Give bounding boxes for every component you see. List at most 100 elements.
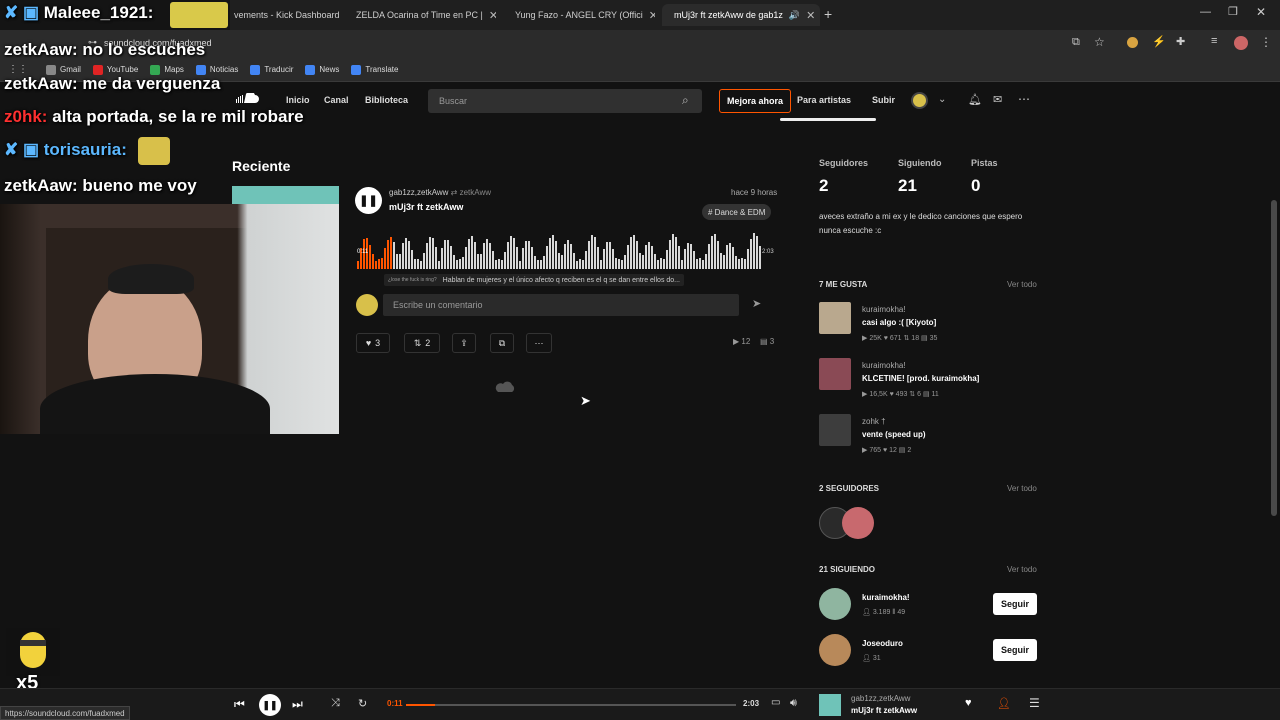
- like-title[interactable]: vente (speed up): [862, 430, 926, 439]
- send-icon[interactable]: ➤: [752, 297, 761, 310]
- followers-see-all-link[interactable]: Ver todo: [1007, 484, 1037, 493]
- waveform-bar: [423, 252, 425, 269]
- like-user[interactable]: kuraimokha!: [862, 305, 906, 314]
- track-title[interactable]: mUj3r ft zetkAww: [389, 202, 463, 212]
- queue-icon[interactable]: ☰: [1029, 696, 1040, 710]
- extensions-puzzle-icon[interactable]: ✚: [1176, 35, 1185, 48]
- close-icon[interactable]: ✕: [649, 9, 655, 22]
- more-options-icon[interactable]: ⋯: [1018, 92, 1030, 106]
- page-scrollbar[interactable]: [1271, 200, 1277, 516]
- cast-icon[interactable]: ▭: [771, 697, 780, 708]
- profile-avatar[interactable]: [1234, 36, 1248, 50]
- bookmark-noticias[interactable]: Noticias: [195, 64, 238, 75]
- nav-for-artists[interactable]: Para artistas: [797, 95, 851, 105]
- tab-kick[interactable]: vements - Kick Dashboard✕: [228, 4, 340, 26]
- waveform-bar: [408, 241, 410, 269]
- repeat-icon[interactable]: ↻: [358, 697, 367, 710]
- extension-icon[interactable]: [1127, 37, 1138, 48]
- track-pause-button[interactable]: ❚❚: [355, 187, 382, 214]
- chat-message: zetkAaw: bueno me voy: [4, 176, 197, 195]
- share-button[interactable]: ⇪: [452, 333, 476, 353]
- like-title[interactable]: casi algo :( [Kiyoto]: [862, 318, 936, 327]
- following-user[interactable]: Joseoduro: [862, 639, 903, 648]
- tab-yung-fazo[interactable]: Yung Fazo - ANGEL CRY (Offici ✕: [505, 4, 655, 26]
- comment-input[interactable]: Escribe un comentario: [383, 294, 739, 316]
- bookmark-star-icon[interactable]: ☆: [1094, 35, 1105, 49]
- bookmark-maps[interactable]: Maps: [150, 64, 184, 75]
- soundcloud-logo-icon[interactable]: [234, 91, 264, 107]
- following-user[interactable]: kuraimokha!: [862, 593, 910, 602]
- like-user[interactable]: zohk †: [862, 417, 886, 426]
- messages-mail-icon[interactable]: ✉: [993, 93, 1002, 106]
- following-avatar[interactable]: [819, 588, 851, 620]
- new-tab-icon[interactable]: +: [824, 6, 832, 22]
- player-like-icon[interactable]: ♥: [965, 697, 972, 709]
- following-see-all-link[interactable]: Ver todo: [1007, 565, 1037, 574]
- translate-extension-icon[interactable]: ⚡: [1152, 35, 1166, 48]
- track-artists[interactable]: gab1zz,zetkAww ⇄ zetkAww: [389, 188, 491, 197]
- waveform-comment[interactable]: ¿lose the fuck is ring? Hablan de mujeres…: [384, 274, 685, 286]
- chat-emote: [170, 2, 228, 28]
- bookmark-gmail[interactable]: Gmail: [46, 64, 81, 75]
- more-actions-button[interactable]: ⋯: [526, 333, 552, 353]
- tracks-count[interactable]: 0: [971, 176, 980, 196]
- player-artist[interactable]: gab1zz,zetkAww: [851, 694, 910, 703]
- followers-count[interactable]: 2: [819, 176, 828, 196]
- like-artwork[interactable]: [819, 414, 851, 446]
- followers-label[interactable]: Seguidores: [819, 158, 868, 168]
- nav-feed[interactable]: Canal: [324, 95, 349, 105]
- reading-list-icon[interactable]: ≡: [1211, 35, 1217, 47]
- bookmark-traducir[interactable]: Traducir: [250, 64, 293, 75]
- minimize-icon[interactable]: —: [1200, 6, 1211, 18]
- like-title[interactable]: KLCETINE! [prod. kuraimokha]: [862, 374, 979, 383]
- likes-see-all-link[interactable]: Ver todo: [1007, 280, 1037, 289]
- upgrade-button[interactable]: Mejora ahora: [719, 89, 791, 113]
- copy-link-button[interactable]: ⧉: [490, 333, 514, 353]
- next-icon[interactable]: ⏭: [292, 697, 303, 712]
- previous-icon[interactable]: ⏮: [234, 697, 245, 712]
- following-label[interactable]: Siguiendo: [898, 158, 942, 168]
- browser-menu-icon[interactable]: ⋮: [1260, 35, 1272, 49]
- search-input[interactable]: Buscar: [428, 89, 702, 113]
- player-title[interactable]: mUj3r ft zetkAww: [851, 706, 917, 715]
- like-user[interactable]: kuraimokha!: [862, 361, 906, 370]
- notifications-bell-icon[interactable]: 🔔︎: [968, 93, 982, 106]
- bookmark-translate[interactable]: Translate: [351, 64, 398, 75]
- follow-artist-icon[interactable]: 👤︎: [997, 697, 1011, 710]
- following-avatar[interactable]: [819, 634, 851, 666]
- install-icon[interactable]: ⧉: [1072, 36, 1080, 49]
- player-pause-button[interactable]: ❚❚: [259, 694, 281, 716]
- like-artwork[interactable]: [819, 358, 851, 390]
- player-artwork[interactable]: [819, 694, 841, 716]
- nav-upload[interactable]: Subir: [872, 95, 895, 105]
- bookmark-youtube[interactable]: YouTube: [92, 64, 138, 75]
- follower-avatar[interactable]: [842, 507, 874, 539]
- tracks-label[interactable]: Pistas: [971, 158, 998, 168]
- track-waveform[interactable]: [357, 227, 762, 269]
- tab-zelda[interactable]: ZELDA Ocarina of Time en PC | ✕: [346, 4, 496, 26]
- track-artwork[interactable]: [232, 186, 339, 206]
- follow-button[interactable]: Seguir: [993, 639, 1037, 661]
- bookmark-news[interactable]: News: [305, 64, 339, 75]
- nav-library[interactable]: Biblioteca: [365, 95, 408, 105]
- progress-track[interactable]: [406, 704, 736, 706]
- tab-soundcloud[interactable]: mUj3r ft zetkAww de gab1z 🔊 ✕: [662, 4, 820, 26]
- search-icon[interactable]: ⌕: [682, 93, 689, 108]
- following-count[interactable]: 21: [898, 176, 917, 196]
- like-artwork[interactable]: [819, 302, 851, 334]
- volume-icon[interactable]: 🔊︎: [790, 697, 797, 710]
- follow-button[interactable]: Seguir: [993, 593, 1037, 615]
- user-avatar[interactable]: [911, 92, 928, 109]
- close-icon[interactable]: ✕: [806, 9, 815, 22]
- waveform-bar: [561, 254, 563, 269]
- repost-button[interactable]: ⇅ 2: [404, 333, 440, 353]
- shuffle-icon[interactable]: ⤨: [331, 697, 340, 710]
- window-close-icon[interactable]: ✕: [1256, 5, 1266, 19]
- nav-home[interactable]: Inicio: [286, 95, 310, 105]
- like-button[interactable]: ♥ 3: [356, 333, 390, 353]
- maximize-icon[interactable]: ❐: [1228, 5, 1238, 18]
- chevron-down-icon[interactable]: ⌄: [938, 94, 946, 105]
- waveform-bar: [549, 237, 551, 269]
- genre-tag[interactable]: # Dance & EDM: [702, 204, 772, 220]
- close-icon[interactable]: ✕: [489, 9, 496, 22]
